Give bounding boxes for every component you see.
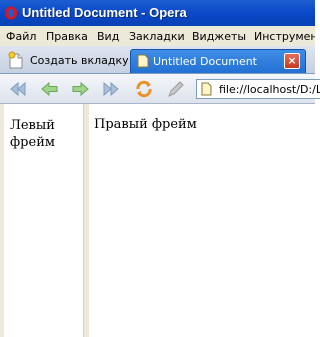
address-bar[interactable]: file://localhost/D:/LE [196, 79, 320, 99]
page-icon [137, 54, 149, 68]
tab-bar: Создать вкладку Untitled Document × [0, 46, 315, 74]
back-icon[interactable] [40, 80, 60, 98]
menu-bookmarks[interactable]: Закладки [129, 30, 185, 43]
left-frame: Левый фрейм [4, 104, 83, 337]
page-content: Левый фрейм Правый фрейм [0, 104, 315, 337]
new-tab-button[interactable]: Создать вкладку [4, 49, 129, 71]
menu-tools[interactable]: Инструмент [254, 30, 315, 43]
rewind-icon[interactable] [8, 80, 28, 98]
forward-icon[interactable] [70, 80, 90, 98]
close-tab-button[interactable]: × [284, 53, 300, 69]
page-icon [201, 82, 212, 96]
edit-icon[interactable] [166, 80, 186, 98]
window-title: Untitled Document - Opera [22, 5, 187, 20]
fast-forward-icon[interactable] [101, 80, 121, 98]
frame-divider[interactable] [83, 104, 89, 337]
tab-label: Untitled Document [153, 55, 257, 68]
new-tab-label: Создать вкладку [30, 54, 129, 67]
menu-widgets[interactable]: Виджеты [192, 30, 246, 43]
left-frame-text: Левый фрейм [10, 118, 55, 150]
opera-logo-icon [5, 6, 17, 20]
address-text: file://localhost/D:/LE [219, 83, 320, 96]
right-frame-text: Правый фрейм [94, 117, 197, 132]
menu-view[interactable]: Вид [97, 30, 119, 43]
navigation-toolbar: file://localhost/D:/LE [0, 74, 320, 104]
tab-untitled-document[interactable]: Untitled Document × [130, 49, 306, 73]
new-page-icon [8, 51, 23, 69]
title-bar: Untitled Document - Opera [0, 0, 315, 26]
menu-edit[interactable]: Правка [46, 30, 88, 43]
menu-file[interactable]: Файл [6, 30, 36, 43]
menu-bar: Файл Правка Вид Закладки Виджеты Инструм… [0, 26, 315, 46]
reload-icon[interactable] [134, 80, 154, 98]
